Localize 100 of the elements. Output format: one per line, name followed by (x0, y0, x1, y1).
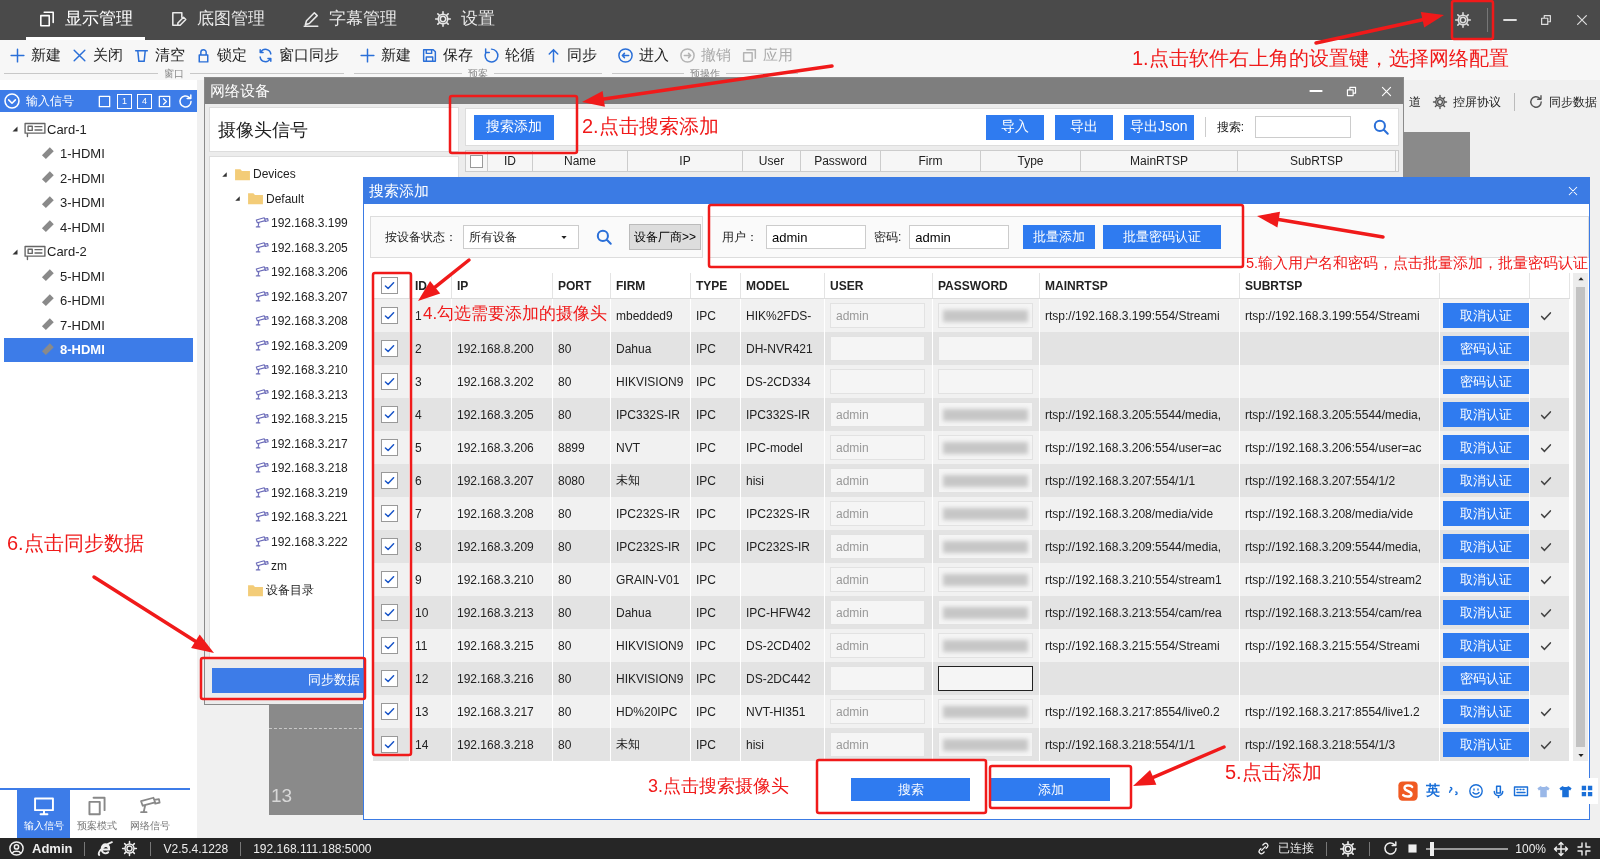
tree-item[interactable]: 192.168.3.221 (271, 510, 348, 525)
column-header[interactable]: User (758, 154, 785, 168)
next-icon[interactable] (157, 93, 172, 109)
tree-item[interactable]: 192.168.3.205 (271, 240, 348, 255)
auth-button[interactable]: 取消认证 (1443, 534, 1529, 559)
auth-button[interactable]: 取消认证 (1443, 699, 1529, 724)
tree-item[interactable]: 3-HDMI (4, 190, 193, 215)
username-field[interactable]: admin (766, 225, 866, 249)
column-header[interactable]: MAINRTSP (1045, 278, 1108, 293)
column-header[interactable]: Firm (918, 154, 943, 168)
search-icon[interactable] (595, 228, 613, 246)
toolbar-button[interactable]: 新建 (354, 43, 416, 67)
column-header[interactable]: USER (830, 278, 864, 293)
search-icon[interactable] (1372, 118, 1390, 136)
tree-item[interactable]: 192.168.3.207 (271, 289, 348, 304)
bottom-tab[interactable]: 输入信号 (17, 790, 70, 838)
toolbar-label[interactable]: 控屏协议 (1453, 93, 1501, 111)
tree-item[interactable]: Card-1 (47, 121, 87, 137)
auth-button[interactable]: 取消认证 (1443, 600, 1529, 625)
layout-button[interactable]: 4 (137, 93, 152, 109)
column-header[interactable]: MainRTSP (1130, 154, 1188, 168)
tree-item[interactable]: Card-2 (47, 244, 87, 260)
toolbar-button[interactable]: 清空 (128, 43, 190, 67)
slider-thumb[interactable] (1430, 841, 1435, 856)
column-header[interactable]: PORT (558, 278, 592, 293)
tree-item[interactable]: 设备目录 (266, 582, 314, 600)
tree-item[interactable]: 7-HDMI (4, 313, 193, 338)
column-header[interactable]: Password (814, 154, 867, 168)
checkbox[interactable] (381, 373, 398, 390)
auth-button[interactable]: 取消认证 (1443, 402, 1529, 427)
close-icon[interactable] (1380, 84, 1393, 98)
emoji-icon[interactable] (1468, 783, 1484, 799)
checkbox[interactable] (381, 571, 398, 588)
column-header[interactable]: ID (415, 278, 427, 293)
minimize-icon[interactable] (1309, 89, 1323, 93)
auth-button[interactable]: 取消认证 (1443, 303, 1529, 328)
toolbar-button[interactable]: 锁定 (190, 43, 252, 67)
punctuation-icon[interactable] (1447, 784, 1461, 798)
settings-icon[interactable] (121, 840, 139, 857)
scrollbar[interactable] (1573, 273, 1588, 761)
tree-item[interactable]: Devices (253, 167, 296, 182)
apps-icon[interactable] (1580, 784, 1594, 798)
auth-button[interactable]: 密码认证 (1443, 369, 1529, 394)
auth-button[interactable]: 取消认证 (1443, 633, 1529, 658)
toolbar-button[interactable]: 新建 (4, 43, 66, 67)
collapse-icon[interactable] (10, 124, 20, 135)
checkbox[interactable] (381, 736, 398, 753)
password-field[interactable]: admin (909, 225, 1010, 249)
tree-item[interactable]: 192.168.3.208 (271, 314, 348, 329)
tree-item[interactable]: 192.168.3.215 (271, 412, 348, 427)
toolbar-button[interactable]: 窗口同步 (252, 43, 344, 67)
input-mode[interactable]: 英 (1426, 782, 1440, 800)
tree-item[interactable]: 192.168.3.209 (271, 338, 348, 353)
checkbox[interactable] (381, 406, 398, 423)
collapse-icon[interactable] (233, 194, 242, 204)
search-add-button[interactable]: 搜索添加 (474, 114, 554, 140)
fullscreen-exit-icon[interactable] (1576, 840, 1592, 857)
tree-item[interactable]: 4-HDMI (4, 215, 193, 240)
checkbox[interactable] (381, 703, 398, 720)
tree-item[interactable]: zm (271, 559, 287, 574)
move-icon[interactable] (1553, 840, 1569, 857)
toolbar-button[interactable]: 关闭 (66, 43, 128, 67)
add-button[interactable]: 添加 (991, 778, 1110, 801)
column-header[interactable]: IP (457, 278, 469, 293)
checkbox[interactable] (381, 637, 398, 654)
column-header[interactable]: Name (564, 154, 596, 168)
column-header[interactable]: ID (504, 154, 516, 168)
toolbar-button[interactable]: 进入 (612, 43, 674, 67)
tree-item[interactable]: 192.168.3.206 (271, 265, 348, 280)
auth-button[interactable]: 取消认证 (1443, 435, 1529, 460)
checkbox[interactable] (381, 340, 398, 357)
auth-button[interactable]: 密码认证 (1443, 336, 1529, 361)
search-button[interactable]: 搜索 (851, 778, 970, 801)
maximize-icon[interactable] (1345, 84, 1358, 98)
close-icon[interactable] (1567, 185, 1579, 197)
column-header[interactable]: SubRTSP (1289, 154, 1344, 168)
tree-item[interactable]: 192.168.3.219 (271, 485, 348, 500)
toolbar-button[interactable]: 导入 (986, 114, 1045, 140)
column-header[interactable]: TYPE (696, 278, 728, 293)
tree-item[interactable]: 192.168.3.222 (271, 534, 348, 549)
stop-icon[interactable] (1406, 842, 1420, 855)
checkbox[interactable] (381, 505, 398, 522)
toolbar-button[interactable]: 保存 (416, 43, 478, 67)
batch-add-button[interactable]: 批量添加 (1023, 225, 1096, 249)
toolbar-button[interactable]: 同步 (540, 43, 602, 67)
settings-icon[interactable] (1339, 839, 1358, 858)
sync-button[interactable]: 同步数据 (212, 667, 364, 693)
checkbox[interactable] (381, 277, 398, 294)
password-field[interactable] (938, 666, 1033, 691)
tree-item[interactable]: 192.168.3.210 (271, 363, 348, 378)
checkbox[interactable] (381, 307, 398, 324)
tree-item[interactable]: 6-HDMI (4, 288, 193, 313)
single-layout-icon[interactable] (97, 93, 112, 109)
tree-item[interactable]: 8-HDMI (4, 337, 193, 362)
column-header[interactable]: MODEL (746, 278, 790, 293)
batch-auth-button[interactable]: 批量密码认证 (1103, 225, 1222, 249)
tree-item[interactable]: 192.168.3.213 (271, 387, 348, 402)
toolbar-button[interactable]: 导出Json (1124, 114, 1194, 140)
tree-item[interactable]: 5-HDMI (4, 264, 193, 289)
checkbox[interactable] (381, 604, 398, 621)
